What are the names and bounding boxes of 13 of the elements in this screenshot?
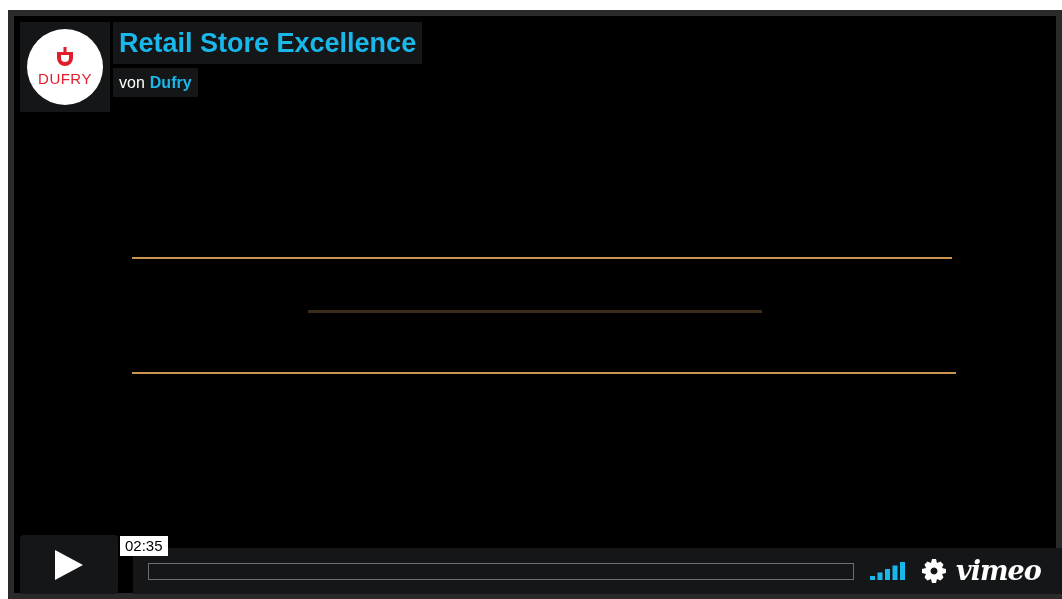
logo-icon bbox=[55, 47, 75, 67]
logo-text: DUFRY bbox=[38, 70, 92, 87]
vimeo-logo[interactable]: vimeo bbox=[956, 556, 1041, 586]
play-button[interactable] bbox=[20, 535, 118, 594]
volume-icon[interactable] bbox=[870, 562, 907, 580]
byline-text: von bbox=[119, 73, 145, 92]
progress-bar[interactable] bbox=[148, 562, 854, 580]
channel-avatar[interactable]: DUFRY bbox=[27, 29, 103, 105]
settings-icon[interactable] bbox=[922, 559, 946, 583]
time-tooltip: 02:35 bbox=[120, 536, 168, 556]
play-icon bbox=[55, 549, 83, 580]
video-title[interactable]: Retail Store Excellence bbox=[113, 22, 423, 64]
author-link[interactable]: Dufry bbox=[149, 73, 192, 92]
